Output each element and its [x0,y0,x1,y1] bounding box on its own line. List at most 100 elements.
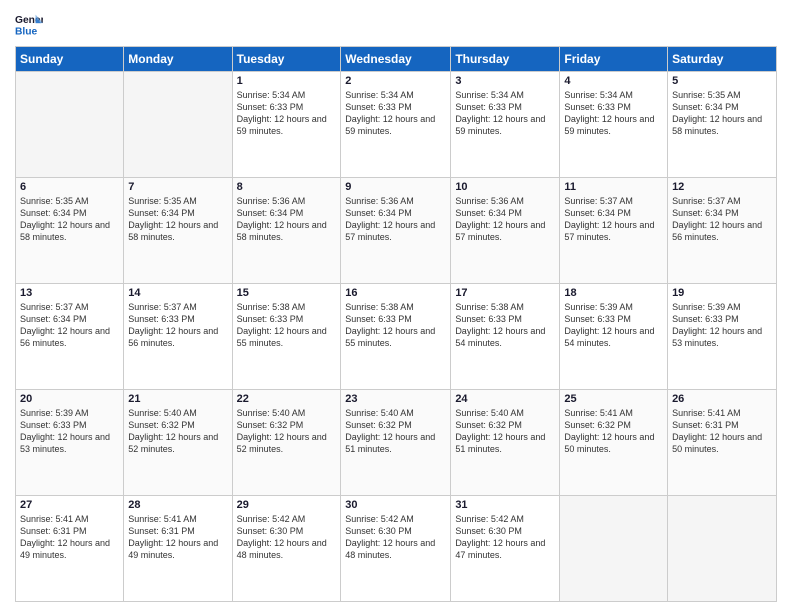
day-info: Sunrise: 5:38 AM Sunset: 6:33 PM Dayligh… [455,301,555,350]
header: General Blue [15,10,777,38]
day-number: 1 [237,75,337,87]
day-info: Sunrise: 5:41 AM Sunset: 6:31 PM Dayligh… [128,513,227,562]
logo: General Blue [15,10,47,38]
calendar-cell: 30Sunrise: 5:42 AM Sunset: 6:30 PM Dayli… [341,496,451,602]
day-info: Sunrise: 5:39 AM Sunset: 6:33 PM Dayligh… [564,301,663,350]
calendar-cell: 2 Sunrise: 5:34 AM Sunset: 6:33 PM Daylig… [341,72,451,178]
calendar-week-row: 27 Sunrise: 5:41 AM Sunset: 6:31 PM Dayli… [16,496,777,602]
weekday-header: Friday [560,47,668,72]
day-number: 31 [455,499,555,511]
day-number: 7 [128,181,227,193]
day-number: 20 [20,393,119,405]
day-number: 12 [672,181,772,193]
day-info: Sunrise: 5:34 AM Sunset: 6:33 PM Dayligh… [237,89,337,138]
day-info: Sunrise: 5:40 AM Sunset: 6:32 PM Dayligh… [345,407,446,456]
day-info: Sunrise: 5:37 AM Sunset: 6:34 PM Dayligh… [20,301,119,350]
day-info: Sunrise: 5:35 AM Sunset: 6:34 PM Dayligh… [672,89,772,138]
day-number: 15 [237,287,337,299]
calendar-body: 1 Sunrise: 5:34 AM Sunset: 6:33 PM Daylig… [16,72,777,602]
calendar-cell: 10 Sunrise: 5:36 AM Sunset: 6:34 PM Dayli… [451,178,560,284]
day-number: 16 [345,287,446,299]
day-number: 21 [128,393,227,405]
calendar-cell: 19 Sunrise: 5:39 AM Sunset: 6:33 PM Dayli… [668,284,777,390]
calendar-cell: 24 Sunrise: 5:40 AM Sunset: 6:32 PM Dayli… [451,390,560,496]
calendar-cell: 21Sunrise: 5:40 AM Sunset: 6:32 PM Dayli… [124,390,232,496]
weekday-header: Saturday [668,47,777,72]
day-number: 10 [455,181,555,193]
day-info: Sunrise: 5:40 AM Sunset: 6:32 PM Dayligh… [237,407,337,456]
day-number: 25 [564,393,663,405]
day-number: 11 [564,181,663,193]
day-info: Sunrise: 5:34 AM Sunset: 6:33 PM Dayligh… [345,89,446,138]
weekday-header: Thursday [451,47,560,72]
day-info: Sunrise: 5:42 AM Sunset: 6:30 PM Dayligh… [237,513,337,562]
day-info: Sunrise: 5:35 AM Sunset: 6:34 PM Dayligh… [128,195,227,244]
day-info: Sunrise: 5:36 AM Sunset: 6:34 PM Dayligh… [345,195,446,244]
day-number: 24 [455,393,555,405]
day-info: Sunrise: 5:42 AM Sunset: 6:30 PM Dayligh… [455,513,555,562]
day-info: Sunrise: 5:41 AM Sunset: 6:32 PM Dayligh… [564,407,663,456]
calendar-cell: 7 Sunrise: 5:35 AM Sunset: 6:34 PM Daylig… [124,178,232,284]
calendar-cell: 3 Sunrise: 5:34 AM Sunset: 6:33 PM Daylig… [451,72,560,178]
calendar-cell: 27 Sunrise: 5:41 AM Sunset: 6:31 PM Dayli… [16,496,124,602]
day-number: 8 [237,181,337,193]
day-number: 27 [20,499,119,511]
day-number: 18 [564,287,663,299]
day-number: 5 [672,75,772,87]
weekday-header: Sunday [16,47,124,72]
day-number: 14 [128,287,227,299]
svg-text:Blue: Blue [15,26,38,37]
day-info: Sunrise: 5:36 AM Sunset: 6:34 PM Dayligh… [455,195,555,244]
day-info: Sunrise: 5:40 AM Sunset: 6:32 PM Dayligh… [455,407,555,456]
day-number: 22 [237,393,337,405]
calendar-cell: 17 Sunrise: 5:38 AM Sunset: 6:33 PM Dayli… [451,284,560,390]
day-number: 17 [455,287,555,299]
day-number: 23 [345,393,446,405]
day-info: Sunrise: 5:39 AM Sunset: 6:33 PM Dayligh… [20,407,119,456]
day-info: Sunrise: 5:41 AM Sunset: 6:31 PM Dayligh… [20,513,119,562]
day-info: Sunrise: 5:38 AM Sunset: 6:33 PM Dayligh… [345,301,446,350]
day-info: Sunrise: 5:37 AM Sunset: 6:33 PM Dayligh… [128,301,227,350]
day-number: 4 [564,75,663,87]
calendar-cell [668,496,777,602]
calendar-cell: 22 Sunrise: 5:40 AM Sunset: 6:32 PM Dayli… [232,390,341,496]
day-info: Sunrise: 5:38 AM Sunset: 6:33 PM Dayligh… [237,301,337,350]
calendar-cell: 6 Sunrise: 5:35 AM Sunset: 6:34 PM Daylig… [16,178,124,284]
calendar-cell: 1 Sunrise: 5:34 AM Sunset: 6:33 PM Daylig… [232,72,341,178]
calendar-cell: 11 Sunrise: 5:37 AM Sunset: 6:34 PM Dayli… [560,178,668,284]
day-number: 13 [20,287,119,299]
calendar-week-row: 1 Sunrise: 5:34 AM Sunset: 6:33 PM Daylig… [16,72,777,178]
calendar-cell [560,496,668,602]
calendar-cell: 25 Sunrise: 5:41 AM Sunset: 6:32 PM Dayli… [560,390,668,496]
day-info: Sunrise: 5:35 AM Sunset: 6:34 PM Dayligh… [20,195,119,244]
day-info: Sunrise: 5:34 AM Sunset: 6:33 PM Dayligh… [564,89,663,138]
calendar-cell: 13 Sunrise: 5:37 AM Sunset: 6:34 PM Dayli… [16,284,124,390]
page: General Blue SundayMondayTuesdayWednesda… [0,0,792,612]
calendar-week-row: 20 Sunrise: 5:39 AM Sunset: 6:33 PM Dayli… [16,390,777,496]
calendar-cell: 12 Sunrise: 5:37 AM Sunset: 6:34 PM Dayli… [668,178,777,284]
day-info: Sunrise: 5:36 AM Sunset: 6:34 PM Dayligh… [237,195,337,244]
calendar-cell: 15 Sunrise: 5:38 AM Sunset: 6:33 PM Dayli… [232,284,341,390]
calendar-header: SundayMondayTuesdayWednesdayThursdayFrid… [16,47,777,72]
day-number: 28 [128,499,227,511]
weekday-row: SundayMondayTuesdayWednesdayThursdayFrid… [16,47,777,72]
day-info: Sunrise: 5:37 AM Sunset: 6:34 PM Dayligh… [564,195,663,244]
day-number: 3 [455,75,555,87]
calendar-cell: 18 Sunrise: 5:39 AM Sunset: 6:33 PM Dayli… [560,284,668,390]
calendar-cell: 5 Sunrise: 5:35 AM Sunset: 6:34 PM Daylig… [668,72,777,178]
day-number: 30 [345,499,446,511]
day-info: Sunrise: 5:37 AM Sunset: 6:34 PM Dayligh… [672,195,772,244]
calendar-cell: 28 Sunrise: 5:41 AM Sunset: 6:31 PM Dayli… [124,496,232,602]
calendar-week-row: 13 Sunrise: 5:37 AM Sunset: 6:34 PM Dayli… [16,284,777,390]
day-info: Sunrise: 5:34 AM Sunset: 6:33 PM Dayligh… [455,89,555,138]
calendar-cell: 23 Sunrise: 5:40 AM Sunset: 6:32 PM Dayli… [341,390,451,496]
calendar-cell: 16 Sunrise: 5:38 AM Sunset: 6:33 PM Dayli… [341,284,451,390]
weekday-header: Monday [124,47,232,72]
day-number: 19 [672,287,772,299]
day-number: 2 [345,75,446,87]
day-number: 26 [672,393,772,405]
day-number: 6 [20,181,119,193]
calendar-table: SundayMondayTuesdayWednesdayThursdayFrid… [15,46,777,602]
calendar-cell: 31 Sunrise: 5:42 AM Sunset: 6:30 PM Dayli… [451,496,560,602]
day-info: Sunrise: 5:39 AM Sunset: 6:33 PM Dayligh… [672,301,772,350]
